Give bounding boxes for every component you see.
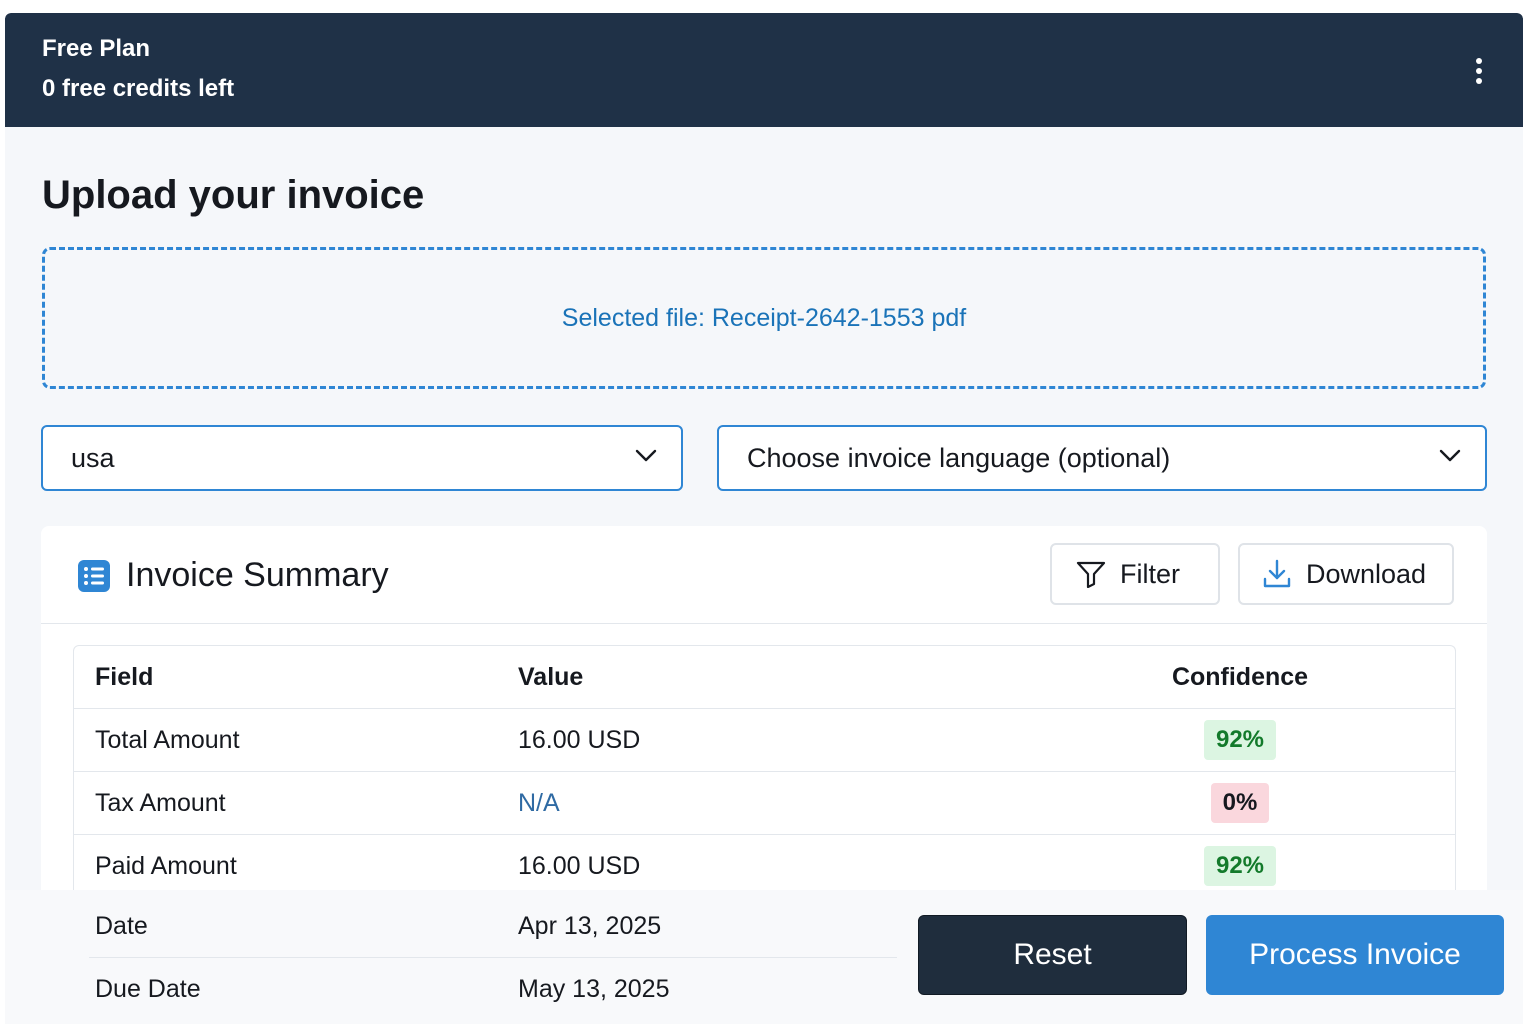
list-icon: [78, 560, 110, 592]
chevron-down-icon: [1439, 449, 1461, 462]
value-cell: 16.00 USD: [518, 725, 641, 754]
column-header-field: Field: [95, 662, 154, 691]
table-row: Tax Amount N/A 0%: [74, 772, 1455, 835]
action-footer: Date Apr 13, 2025 Due Date May 13, 2025 …: [5, 890, 1523, 1024]
language-select[interactable]: Choose invoice language (optional): [717, 425, 1487, 491]
confidence-cell: 92%: [1154, 835, 1326, 897]
confidence-badge: 92%: [1203, 846, 1277, 886]
field-cell: Date: [95, 911, 148, 940]
app-window: Free Plan 0 free credits left Upload you…: [5, 13, 1523, 1024]
value-cell: May 13, 2025: [518, 974, 670, 1003]
card-title: Invoice Summary: [126, 556, 389, 594]
chevron-down-icon: [635, 449, 657, 462]
column-header-confidence: Confidence: [1171, 662, 1309, 691]
language-select-placeholder: Choose invoice language (optional): [747, 442, 1171, 473]
download-button[interactable]: Download: [1238, 543, 1454, 605]
value-cell: Apr 13, 2025: [518, 911, 662, 940]
value-cell: 16.00 USD: [518, 851, 641, 880]
confidence-cell: 92%: [1154, 709, 1326, 771]
top-bar: Free Plan 0 free credits left: [5, 13, 1523, 127]
more-menu-button[interactable]: [1461, 53, 1497, 89]
value-cell: N/A: [518, 788, 560, 817]
field-cell: Total Amount: [95, 725, 240, 754]
card-header: Invoice Summary Filter Download: [41, 526, 1487, 624]
selected-file-text: Selected file: Receipt-2642-1553 pdf: [561, 303, 967, 332]
filter-icon: [1076, 561, 1106, 588]
filter-button-label: Filter: [1120, 558, 1180, 589]
field-cell: Tax Amount: [95, 788, 226, 817]
confidence-badge: 92%: [1203, 720, 1277, 760]
column-header-value: Value: [518, 662, 584, 691]
field-cell: Due Date: [95, 974, 201, 1003]
country-select-value: usa: [71, 442, 115, 473]
download-icon: [1263, 559, 1291, 588]
process-invoice-button[interactable]: Process Invoice: [1206, 915, 1504, 995]
filter-button[interactable]: Filter: [1050, 543, 1220, 605]
reset-button[interactable]: Reset: [918, 915, 1187, 995]
table-header-row: Field Value Confidence: [74, 646, 1455, 709]
plan-name: Free Plan: [42, 35, 151, 62]
field-cell: Paid Amount: [95, 851, 237, 880]
confidence-cell: 0%: [1154, 772, 1326, 834]
confidence-badge: 0%: [1210, 783, 1270, 823]
download-button-label: Download: [1306, 558, 1427, 589]
page-title: Upload your invoice: [42, 173, 425, 217]
country-select[interactable]: usa: [41, 425, 683, 491]
credits-left: 0 free credits left: [42, 75, 235, 102]
table-row: Date Apr 13, 2025: [89, 895, 897, 958]
file-dropzone[interactable]: Selected file: Receipt-2642-1553 pdf: [42, 247, 1486, 389]
table-row: Total Amount 16.00 USD 92%: [74, 709, 1455, 772]
table-row: Due Date May 13, 2025: [89, 958, 897, 1021]
more-vertical-icon: [1476, 58, 1482, 84]
table-row: Paid Amount 16.00 USD 92%: [74, 835, 1455, 898]
